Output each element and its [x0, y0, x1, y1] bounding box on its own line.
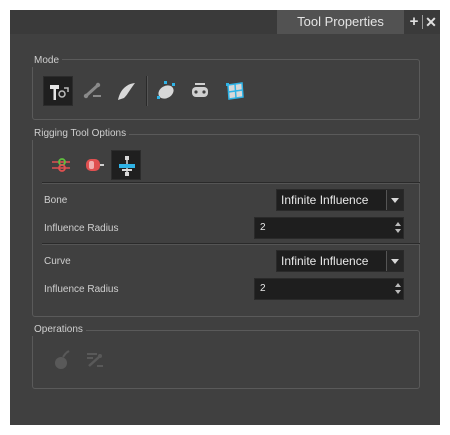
- curve-offset-icon: [86, 159, 104, 171]
- rigging-hammer-icon: [50, 85, 69, 100]
- curve-radius-field[interactable]: 2: [254, 278, 404, 300]
- curve-radius-value: 2: [260, 283, 266, 294]
- mode-separator: [146, 76, 148, 106]
- bone-icon: [83, 82, 101, 99]
- bone-offset-icon: [52, 158, 70, 172]
- separator: [42, 182, 420, 184]
- influence-button[interactable]: [111, 150, 141, 180]
- envelope-icon: [157, 81, 175, 99]
- grid-deformer-icon: [226, 82, 244, 100]
- curve-radius-label: Influence Radius: [44, 284, 119, 295]
- spin-arrows-icon[interactable]: [395, 283, 401, 295]
- curve-influence-select[interactable]: Infinite Influence: [276, 250, 404, 272]
- game-bone-tool-button[interactable]: [185, 76, 215, 106]
- curve-label: Curve: [44, 256, 71, 267]
- rig-transfer-icon: [87, 353, 103, 367]
- influence-icon: [119, 156, 135, 176]
- operations-title: Operations: [31, 324, 86, 336]
- envelope-tool-button[interactable]: [151, 76, 181, 106]
- bone-offset-button[interactable]: [46, 150, 76, 180]
- bone-radius-field[interactable]: 2: [254, 217, 404, 239]
- bone-influence-select[interactable]: Infinite Influence: [276, 189, 404, 211]
- convert-bomb-icon: [55, 350, 70, 369]
- rigging-hammer-button[interactable]: [43, 76, 73, 106]
- curve-icon: [118, 83, 135, 100]
- panel-titlebar: Tool Properties + ✕: [10, 10, 440, 34]
- spin-arrows-icon[interactable]: [395, 222, 401, 234]
- game-bone-icon: [192, 83, 208, 97]
- bone-radius-label: Influence Radius: [44, 223, 119, 234]
- curve-influence-value: Infinite Influence: [281, 254, 369, 268]
- curve-tool-button[interactable]: [111, 76, 141, 106]
- bone-label: Bone: [44, 195, 68, 206]
- rigging-options-title: Rigging Tool Options: [31, 128, 130, 140]
- separator: [42, 243, 420, 245]
- titlebar-separator: [422, 15, 423, 29]
- bone-influence-value: Infinite Influence: [281, 193, 369, 207]
- rig-transfer-button[interactable]: [80, 345, 110, 375]
- convert-bomb-button[interactable]: [46, 345, 76, 375]
- curve-offset-button[interactable]: [79, 150, 109, 180]
- grid-deformer-tool-button[interactable]: [220, 76, 250, 106]
- tab-tool-properties[interactable]: Tool Properties: [277, 10, 404, 34]
- chevron-down-icon[interactable]: [386, 251, 403, 271]
- tool-properties-panel: Tool Properties + ✕ Mode Rigging Tool Op…: [10, 10, 440, 425]
- chevron-down-icon[interactable]: [386, 190, 403, 210]
- bone-tool-button[interactable]: [78, 76, 108, 106]
- add-view-icon[interactable]: +: [407, 13, 421, 31]
- bone-radius-value: 2: [260, 222, 266, 233]
- close-icon[interactable]: ✕: [424, 13, 438, 31]
- mode-group-title: Mode: [31, 55, 63, 67]
